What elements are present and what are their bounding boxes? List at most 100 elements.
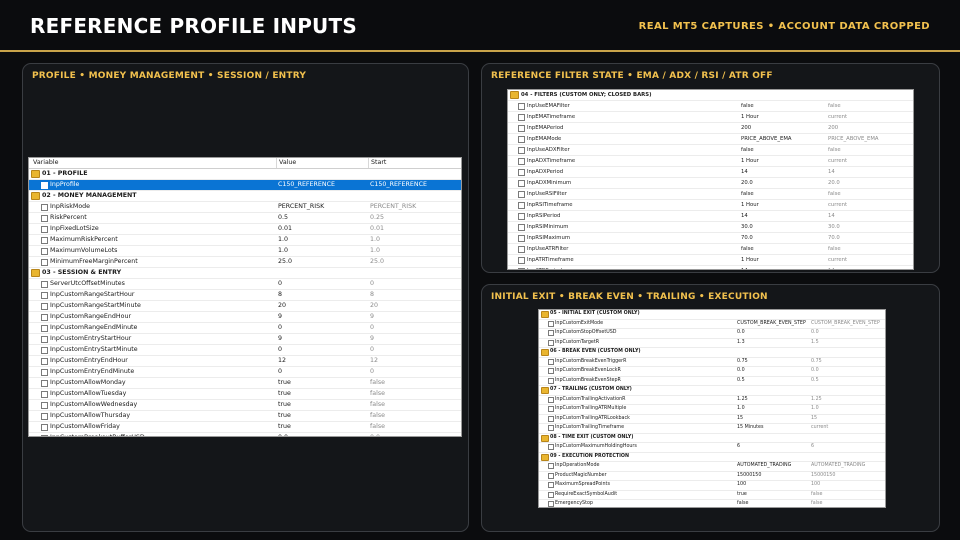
group-row[interactable]: 01 - PROFILE <box>29 169 461 180</box>
value-cell[interactable]: CUSTOM_BREAK_EVEN_STEP <box>737 320 809 329</box>
checkbox-icon[interactable] <box>518 147 525 154</box>
table-row[interactable]: InpFixedLotSize 0.01 0.01 <box>29 224 461 235</box>
checkbox-icon[interactable] <box>41 402 48 409</box>
checkbox-icon[interactable] <box>518 224 525 231</box>
checkbox-icon[interactable] <box>518 103 525 110</box>
value-cell[interactable]: 15 <box>737 415 809 424</box>
checkbox-icon[interactable] <box>518 191 525 198</box>
value-cell[interactable]: 14 <box>741 211 826 221</box>
table-row[interactable]: InpADXMinimum 20.0 20.0 <box>508 178 913 189</box>
checkbox-icon[interactable] <box>41 237 48 244</box>
checkbox-icon[interactable] <box>41 358 48 365</box>
value-cell[interactable]: 0 <box>278 323 368 333</box>
value-cell[interactable]: 0 <box>278 367 368 377</box>
checkbox-icon[interactable] <box>41 435 48 436</box>
checkbox-icon[interactable] <box>518 169 525 176</box>
value-cell[interactable]: 1.0 <box>278 235 368 245</box>
checkbox-icon[interactable] <box>41 413 48 420</box>
value-cell[interactable]: 0.75 <box>737 358 809 367</box>
checkbox-icon[interactable] <box>41 259 48 266</box>
value-cell[interactable]: 1.0 <box>278 246 368 256</box>
table-row[interactable]: InpRiskMode PERCENT_RISK PERCENT_RISK <box>29 202 461 213</box>
table-row[interactable]: InpCustomEntryEndMinute 0 0 <box>29 367 461 378</box>
checkbox-icon[interactable] <box>548 339 554 346</box>
table-row[interactable]: InpRSITimeframe 1 Hour current <box>508 200 913 211</box>
value-cell[interactable]: PERCENT_RISK <box>278 202 368 212</box>
inputs-table-profile[interactable]: Variable Value Start 01 - PROFILE InpProfile… <box>28 157 462 437</box>
checkbox-icon[interactable] <box>548 425 554 431</box>
checkbox-icon[interactable] <box>518 268 525 269</box>
value-cell[interactable]: 0 <box>278 279 368 289</box>
table-row[interactable]: InpCustomTrailingActivationR 1.25 1.25 <box>539 396 885 405</box>
group-row[interactable]: 04 - FILTERS (CUSTOM ONLY; CLOSED BARS) <box>508 90 913 101</box>
checkbox-icon[interactable] <box>548 368 554 374</box>
value-cell[interactable]: 20 <box>278 301 368 311</box>
column-header[interactable]: Variable <box>31 158 278 168</box>
checkbox-icon[interactable] <box>548 463 554 469</box>
value-cell[interactable]: true <box>278 378 368 388</box>
checkbox-icon[interactable] <box>518 136 525 143</box>
checkbox-icon[interactable] <box>41 380 48 387</box>
table-row[interactable]: InpCustomTrailingATRMultiple 1.0 1.0 <box>539 405 885 415</box>
value-cell[interactable]: false <box>741 244 826 254</box>
value-cell[interactable]: false <box>741 101 826 111</box>
group-row[interactable]: 02 - MONEY MANAGEMENT <box>29 191 461 202</box>
value-cell[interactable]: PRICE_ABOVE_EMA <box>741 134 826 144</box>
checkbox-icon[interactable] <box>41 204 48 211</box>
checkbox-icon[interactable] <box>548 491 554 498</box>
value-cell[interactable]: 1 Hour <box>741 200 826 210</box>
table-row[interactable]: InpCustomEntryStartMinute 0 0 <box>29 345 461 356</box>
table-row[interactable]: InpCustomTargetR 1.3 1.5 <box>539 339 885 348</box>
table-row[interactable]: InpCustomRangeStartMinute 20 20 <box>29 301 461 312</box>
group-row[interactable]: 05 - INITIAL EXIT (CUSTOM ONLY) <box>539 310 885 320</box>
checkbox-icon[interactable] <box>548 358 554 365</box>
value-cell[interactable]: 30.0 <box>741 222 826 232</box>
checkbox-icon[interactable] <box>41 215 48 222</box>
value-cell[interactable]: true <box>278 411 368 421</box>
table-row[interactable]: InpUseEMAFilter false false <box>508 101 913 112</box>
table-row[interactable]: MaximumRiskPercent 1.0 1.0 <box>29 235 461 246</box>
table-row[interactable]: InpCustomExitMode CUSTOM_BREAK_EVEN_STEP C… <box>539 320 885 329</box>
value-cell[interactable]: 0.0 <box>278 433 368 436</box>
value-cell[interactable]: 14 <box>741 266 826 269</box>
value-cell[interactable]: 0.5 <box>278 213 368 223</box>
value-cell[interactable]: 0.5 <box>737 377 809 386</box>
table-row[interactable]: InpCustomAllowFriday true false <box>29 422 461 433</box>
checkbox-icon[interactable] <box>548 330 554 336</box>
checkbox-icon[interactable] <box>548 377 554 384</box>
table-row[interactable]: InpUseATRFilter false false <box>508 244 913 255</box>
table-row[interactable]: InpEMAPeriod 200 200 <box>508 123 913 134</box>
value-cell[interactable]: 70.0 <box>741 233 826 243</box>
inputs-table-exit[interactable]: 05 - INITIAL EXIT (CUSTOM ONLY) InpCustom… <box>538 309 886 508</box>
table-row[interactable]: InpRSIMinimum 30.0 30.0 <box>508 222 913 233</box>
checkbox-icon[interactable] <box>548 415 554 422</box>
table-row[interactable]: InpCustomAllowWednesday true false <box>29 400 461 411</box>
checkbox-icon[interactable] <box>41 325 48 332</box>
table-row[interactable]: InpCustomTrailingTimeframe 15 Minutes curr… <box>539 424 885 434</box>
value-cell[interactable]: 6 <box>737 443 809 452</box>
checkbox-icon[interactable] <box>41 303 48 310</box>
value-cell[interactable]: 9 <box>278 334 368 344</box>
checkbox-icon[interactable] <box>518 114 525 121</box>
value-cell[interactable]: 1.0 <box>737 405 809 414</box>
value-cell[interactable]: 1.3 <box>737 339 809 348</box>
value-cell[interactable]: 20.0 <box>741 178 826 188</box>
table-row[interactable]: InpEMAMode PRICE_ABOVE_EMA PRICE_ABOVE_EMA <box>508 134 913 145</box>
table-row[interactable]: InpCustomStopOffsetUSD 0.0 0.0 <box>539 329 885 339</box>
table-row[interactable]: InpCustomTrailingATRLookback 15 15 <box>539 415 885 424</box>
checkbox-icon[interactable] <box>518 213 525 220</box>
value-cell[interactable]: 0.0 <box>737 367 809 376</box>
table-row[interactable]: ProductMagicNumber 15000150 15000150 <box>539 472 885 481</box>
table-row[interactable]: MaximumVolumeLots 1.0 1.0 <box>29 246 461 257</box>
checkbox-icon[interactable] <box>518 180 525 187</box>
group-row[interactable]: 08 - TIME EXIT (CUSTOM ONLY) <box>539 434 885 443</box>
table-row[interactable]: RiskPercent 0.5 0.25 <box>29 213 461 224</box>
table-row[interactable]: InpCustomRangeStartHour 8 8 <box>29 290 461 301</box>
checkbox-icon[interactable] <box>548 406 554 412</box>
checkbox-icon[interactable] <box>41 369 48 376</box>
table-row[interactable]: InpCustomEntryStartHour 9 9 <box>29 334 461 345</box>
table-row[interactable]: InpUseRSIFilter false false <box>508 189 913 200</box>
value-cell[interactable]: 12 <box>278 356 368 366</box>
table-row[interactable]: InpCustomAllowTuesday true false <box>29 389 461 400</box>
value-cell[interactable]: true <box>278 389 368 399</box>
